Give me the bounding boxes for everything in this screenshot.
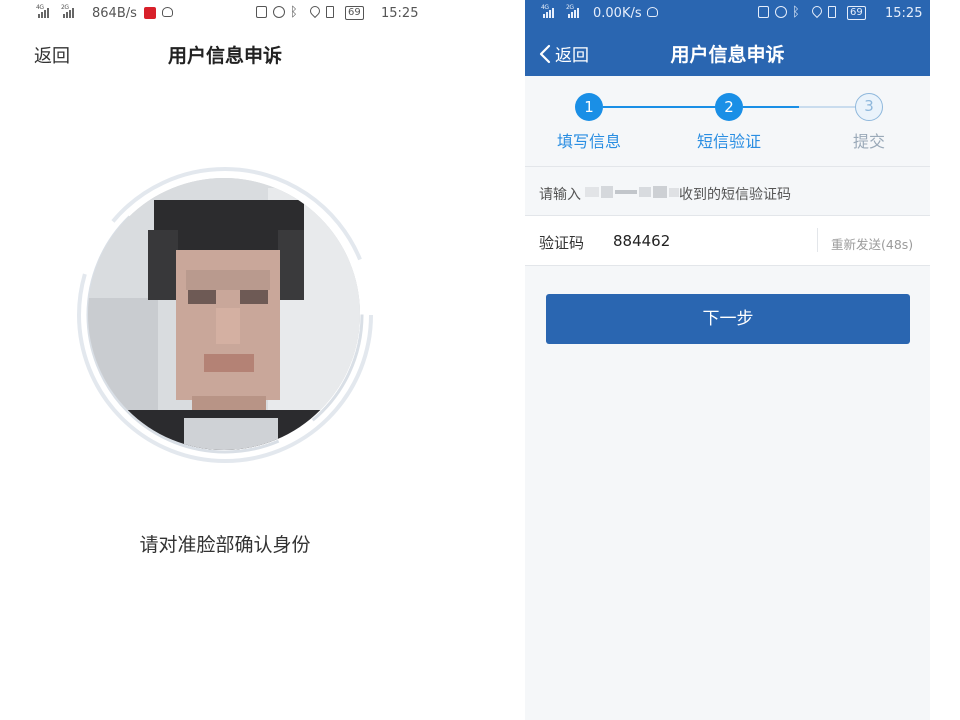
face-instruction: 请对准脸部确认身份 xyxy=(139,534,311,556)
signal-icon: 4G xyxy=(541,4,554,18)
clock-time: 15:25 xyxy=(885,6,923,21)
next-step-button[interactable]: 下一步 xyxy=(546,294,910,344)
step-connector xyxy=(799,106,855,108)
sms-hint-suffix: 收到的短信验证码 xyxy=(679,187,791,203)
step-2-indicator: 2 xyxy=(715,93,743,121)
network-speed: 0.00K/s xyxy=(593,6,642,21)
face-capture-frame xyxy=(70,160,380,470)
status-bar: 4G 2G 0.00K/s ᛒ 69 15:25 xyxy=(525,0,930,28)
verification-code-input[interactable] xyxy=(613,226,813,256)
face-camera-preview xyxy=(88,178,360,450)
bluetooth-icon: ᛒ xyxy=(290,5,298,20)
resend-code-button[interactable]: 重新发送(48s) xyxy=(831,234,913,253)
location-icon xyxy=(307,3,323,19)
bluetooth-icon: ᛒ xyxy=(792,5,800,20)
step-3-label: 提交 xyxy=(852,132,885,151)
alarm-icon xyxy=(775,6,787,18)
vibrate-icon xyxy=(828,6,836,18)
page-title: 用户信息申诉 xyxy=(167,45,282,67)
sms-instruction: 请输入 收到的短信验证码 xyxy=(525,166,930,216)
network-speed: 864B/s xyxy=(92,6,137,21)
app-notification-icon xyxy=(144,7,156,19)
alarm-icon xyxy=(273,6,285,18)
vibrate-icon xyxy=(326,6,334,18)
step-3-indicator: 3 xyxy=(855,93,883,121)
signal-icon: 2G xyxy=(566,4,579,18)
bug-icon xyxy=(162,7,173,17)
signal-icon: 4G xyxy=(36,4,49,18)
status-bar: 4G 2G 864B/s ᛒ 69 15:25 xyxy=(0,0,480,28)
masked-phone-number-icon xyxy=(585,186,679,198)
step-1-indicator: 1 xyxy=(575,93,603,121)
step-1-label: 填写信息 xyxy=(556,132,621,151)
battery-icon: 69 xyxy=(847,6,866,20)
nfc-icon xyxy=(256,6,267,18)
nfc-icon xyxy=(758,6,769,18)
signal-icon: 2G xyxy=(61,4,74,18)
bug-icon xyxy=(647,7,658,17)
clock-time: 15:25 xyxy=(381,6,419,21)
right-phone-screen: 4G 2G 0.00K/s ᛒ 69 15:25 返回 用户信息申诉 1 2 3… xyxy=(525,0,930,720)
sms-hint-prefix: 请输入 xyxy=(539,187,581,203)
verification-code-row: 验证码 重新发送(48s) xyxy=(525,216,930,266)
verification-code-label: 验证码 xyxy=(539,234,585,252)
location-icon xyxy=(809,3,825,19)
page-title: 用户信息申诉 xyxy=(670,44,785,66)
step-connector xyxy=(743,106,799,108)
step-2-label: 短信验证 xyxy=(696,132,761,151)
app-header: 4G 2G 0.00K/s ᛒ 69 15:25 返回 用户信息申诉 xyxy=(525,0,930,76)
battery-icon: 69 xyxy=(345,6,364,20)
progress-stepper: 1 2 3 填写信息 短信验证 提交 xyxy=(525,76,930,166)
divider xyxy=(817,228,818,252)
left-phone-screen: 4G 2G 864B/s ᛒ 69 15:25 返回 用户信息申诉 请对准脸部确… xyxy=(0,0,480,720)
